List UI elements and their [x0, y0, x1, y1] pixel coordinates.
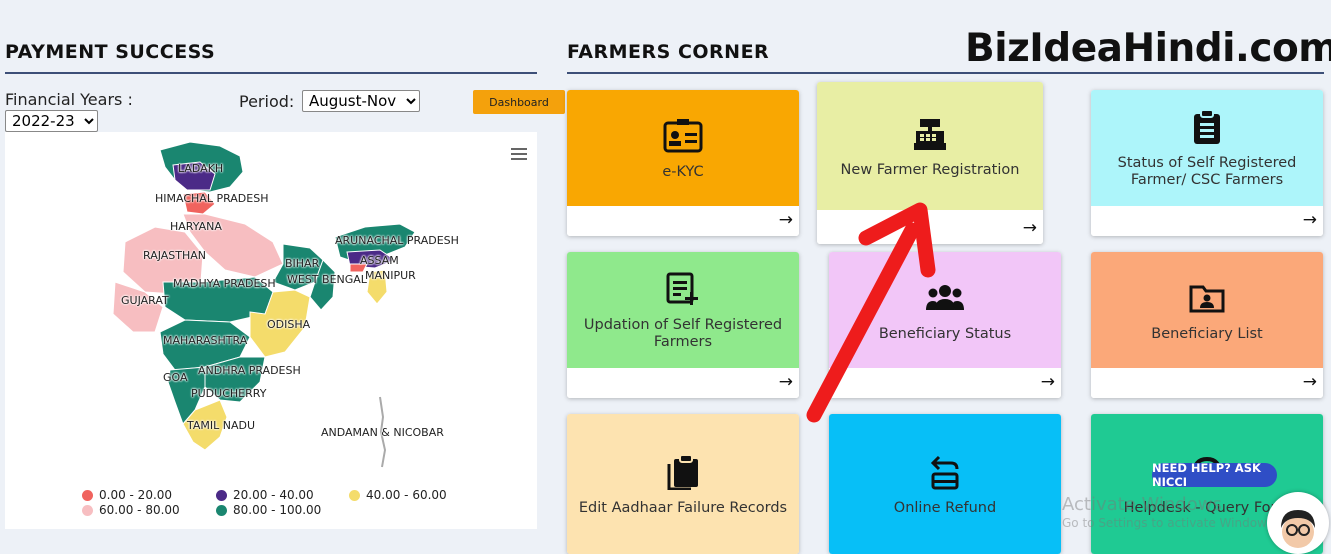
legend-item[interactable]: 80.00 - 100.00 [216, 503, 321, 517]
label-andhra: ANDHRA PRADESH [198, 364, 301, 377]
chat-avatar-icon[interactable] [1267, 492, 1329, 554]
arrow-right-icon: → [1302, 210, 1317, 230]
dashboard-button[interactable]: Dashboard [473, 90, 565, 114]
clipboard-copy-icon [663, 452, 703, 492]
financial-years-label: Financial Years : [5, 90, 133, 109]
need-help-button[interactable]: NEED HELP? ASK NICCI [1152, 461, 1277, 489]
legend-marker [82, 489, 93, 501]
arrow-right-icon: → [1040, 372, 1055, 392]
cash-register-icon [910, 114, 950, 154]
annotation-arrow-icon [806, 202, 936, 423]
legend-item[interactable]: 20.00 - 40.00 [216, 488, 314, 502]
label-odisha: ODISHA [267, 318, 311, 331]
arrow-right-icon: → [1022, 218, 1037, 238]
card-beneficiary-list[interactable]: Beneficiary List → [1091, 252, 1323, 398]
legend-marker [82, 504, 93, 516]
financial-year-select[interactable]: 2022-23 [5, 110, 98, 132]
card-label: New Farmer Registration [840, 161, 1020, 178]
label-west-bengal: WEST BENGAL [287, 273, 367, 286]
legend-item[interactable]: 60.00 - 80.00 [82, 503, 180, 517]
folder-user-icon [1187, 278, 1227, 318]
label-rajasthan: RAJASTHAN [143, 249, 207, 262]
card-label: Edit Aadhaar Failure Records [578, 499, 788, 516]
period-label: Period: [239, 92, 295, 111]
arrow-right-icon: → [778, 372, 793, 392]
label-manipur: MANIPUR [365, 269, 416, 282]
label-maharashtra: MAHARASHTRA [163, 334, 248, 347]
card-updation-self-registered[interactable]: Updation of Self Registered Farmers → [567, 252, 799, 398]
label-assam: ASSAM [360, 254, 399, 267]
payment-success-title: PAYMENT SUCCESS [5, 41, 216, 63]
id-card-icon [663, 116, 703, 156]
card-label: Online Refund [893, 499, 997, 516]
legend-marker [349, 489, 360, 501]
payment-success-panel: PAYMENT SUCCESS Financial Years : 2022-2… [5, 0, 565, 529]
card-label: e-KYC [662, 163, 704, 180]
card-online-refund[interactable]: Online Refund [829, 414, 1061, 554]
card-label: Beneficiary List [1151, 325, 1263, 342]
activate-windows-text: Activate Windows [1062, 494, 1222, 515]
legend-marker [216, 504, 227, 516]
label-puducherry: PUDUCHERRY [191, 387, 267, 400]
brand-watermark: BizIdeaHindi.com [965, 26, 1331, 71]
farmers-corner-title: FARMERS CORNER [567, 41, 770, 63]
label-tamil-nadu: TAMIL NADU [187, 419, 256, 432]
arrow-right-icon: → [778, 210, 793, 230]
label-goa: GOA [163, 371, 188, 384]
label-himachal: HIMACHAL PRADESH [155, 192, 269, 205]
clipboard-icon [1187, 107, 1227, 147]
card-label: Updation of Self Registered Farmers [583, 317, 783, 350]
label-andaman: ANDAMAN & NICOBAR [321, 426, 444, 439]
legend-marker [216, 489, 227, 501]
period-select[interactable]: August-Nov [302, 90, 420, 112]
arrow-right-icon: → [1302, 372, 1317, 392]
label-haryana: HARYANA [170, 220, 222, 233]
label-madhya: MADHYA PRADESH [173, 277, 276, 290]
label-bihar: BIHAR [285, 257, 320, 270]
legend-item[interactable]: 40.00 - 60.00 [349, 488, 447, 502]
farmers-divider [567, 72, 1324, 74]
card-label: Status of Self Registered Farmer/ CSC Fa… [1117, 155, 1297, 188]
label-ladakh: LADAKH [178, 162, 224, 175]
card-e-kyc[interactable]: e-KYC → [567, 90, 799, 236]
card-status-self-registered[interactable]: Status of Self Registered Farmer/ CSC Fa… [1091, 90, 1323, 236]
refund-tray-icon [925, 452, 965, 492]
edit-list-icon [663, 269, 703, 309]
india-map-chart: LADAKH HIMACHAL PRADESH HARYANA RAJASTHA… [5, 132, 537, 529]
legend-item[interactable]: 0.00 - 20.00 [82, 488, 172, 502]
label-arunachal: ARUNACHAL PRADESH [335, 234, 459, 247]
card-edit-aadhaar-failure[interactable]: Edit Aadhaar Failure Records [567, 414, 799, 554]
payment-divider [5, 72, 537, 74]
label-gujarat: GUJARAT [121, 294, 169, 307]
activate-windows-subtext: Go to Settings to activate Windows. [1062, 516, 1277, 530]
